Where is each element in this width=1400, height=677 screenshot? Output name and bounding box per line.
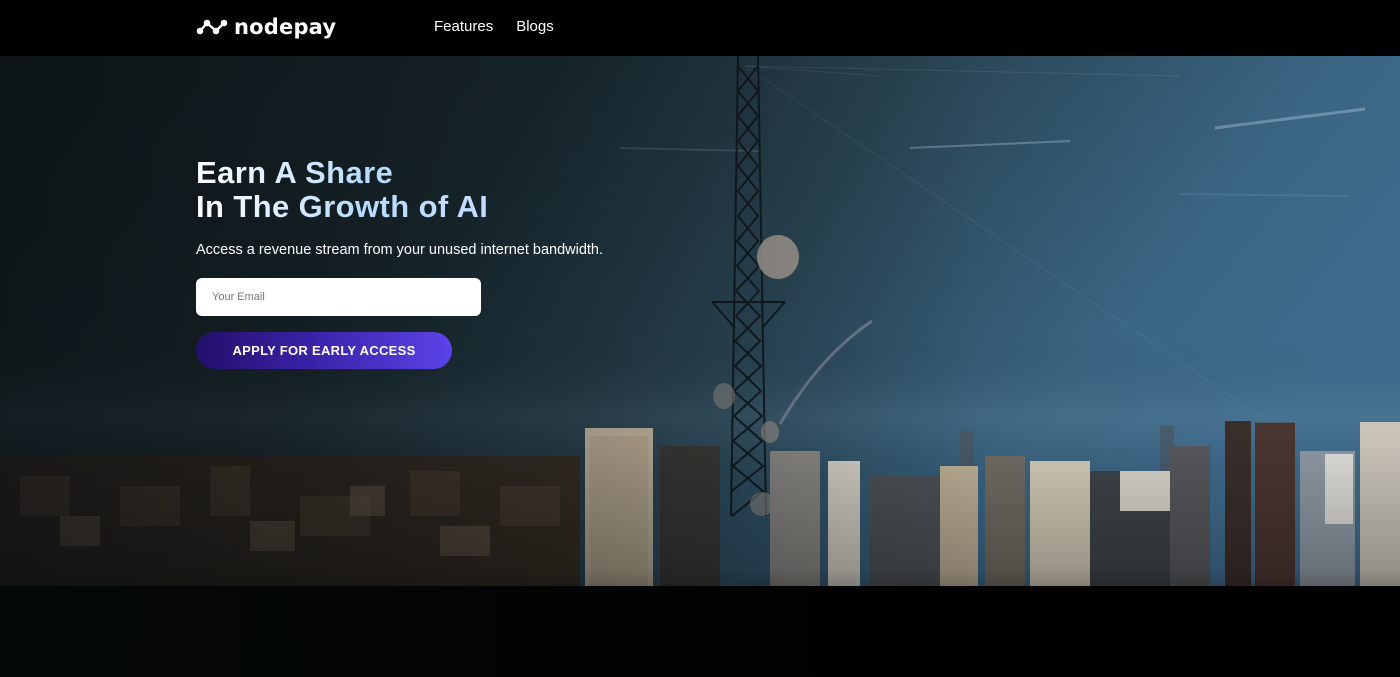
nodes-wave-icon [196, 19, 228, 35]
hero-headline-line2: In The Growth of AI [196, 189, 489, 224]
top-nav-bar: nodepay Features Blogs [0, 0, 1400, 56]
email-input[interactable] [196, 278, 481, 316]
nav-link-blogs[interactable]: Blogs [516, 18, 554, 35]
hero-content: Earn A Share In The Growth of AI Access … [196, 156, 616, 369]
hero-headline: Earn A Share In The Growth of AI [196, 156, 616, 224]
landing-page: nodepay Features Blogs Earn A Share In T… [0, 0, 1400, 677]
main-nav: Features Blogs [434, 18, 554, 35]
brand-name: nodepay [234, 15, 337, 39]
brand-logo-link[interactable]: nodepay [196, 13, 336, 41]
apply-early-access-button[interactable]: APPLY FOR EARLY ACCESS [196, 332, 452, 369]
hero-subtitle: Access a revenue stream from your unused… [196, 242, 604, 258]
hero-headline-line1: Earn A Share [196, 155, 394, 190]
nav-link-features[interactable]: Features [434, 18, 493, 35]
